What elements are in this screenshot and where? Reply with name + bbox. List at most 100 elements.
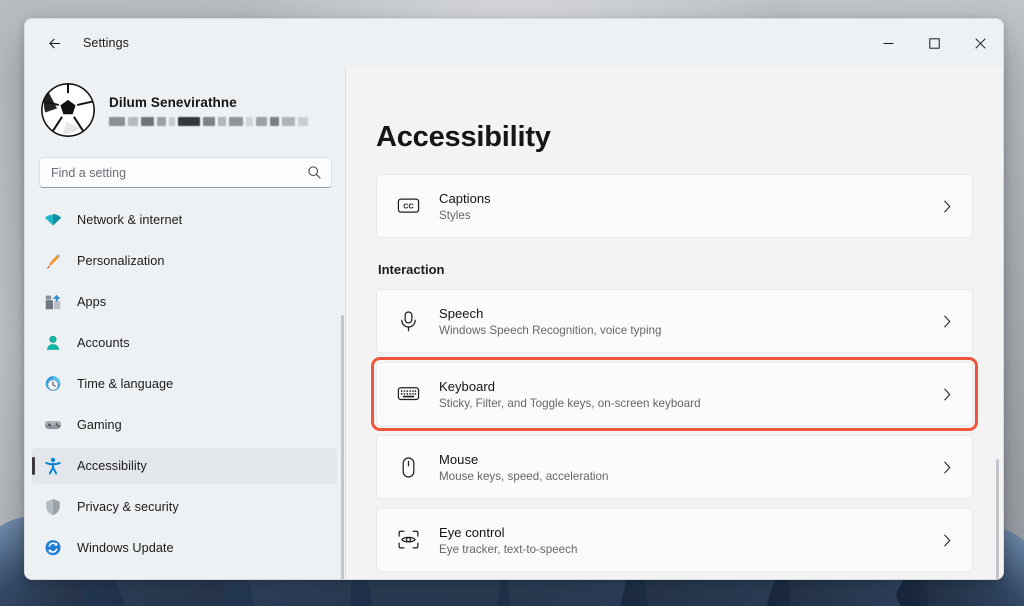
network-icon — [42, 209, 64, 231]
settings-card-eye-control[interactable]: Eye control Eye tracker, text-to-speech — [376, 508, 973, 572]
chevron-right-icon — [939, 198, 956, 215]
eye-control-icon — [395, 527, 421, 553]
sidebar: Dilum Senevirathne — [25, 67, 346, 579]
section-heading: Interaction — [378, 262, 973, 277]
redaction-block — [178, 117, 200, 126]
sidebar-item-personalization[interactable]: Personalization — [32, 243, 337, 279]
settings-window: Settings — [24, 18, 1004, 580]
settings-card-captions[interactable]: CC CaptionsStyles — [376, 174, 973, 238]
redaction-block — [282, 117, 295, 126]
sidebar-item-label: Gaming — [77, 418, 122, 432]
redaction-block — [229, 117, 243, 126]
search-icon[interactable] — [307, 165, 322, 180]
accounts-icon — [42, 332, 64, 354]
main-scrollbar-thumb[interactable] — [996, 459, 999, 579]
redaction-block — [157, 117, 166, 126]
sidebar-item-label: Apps — [77, 295, 106, 309]
card-subtitle: Styles — [439, 209, 939, 222]
card-text: Eye control Eye tracker, text-to-speech — [439, 525, 939, 556]
apps-icon — [42, 291, 64, 313]
accessibility-icon — [42, 455, 64, 477]
minimize-icon — [883, 38, 894, 49]
account-text: Dilum Senevirathne — [109, 95, 308, 126]
sidebar-item-privacy-security[interactable]: Privacy & security — [32, 489, 337, 525]
sidebar-item-label: Accessibility — [77, 459, 147, 473]
sidebar-item-time-language[interactable]: Time & language — [32, 366, 337, 402]
maximize-button[interactable] — [911, 19, 957, 67]
svg-text:CC: CC — [403, 201, 414, 210]
close-button[interactable] — [957, 19, 1003, 67]
captions-cc-icon: CC — [395, 193, 421, 219]
chevron-right-icon — [939, 532, 956, 549]
card-text: Keyboard Sticky, Filter, and Toggle keys,… — [439, 379, 939, 410]
windows-update-icon — [42, 537, 64, 559]
desktop-background: Settings — [0, 0, 1024, 606]
redaction-block — [203, 117, 215, 126]
sidebar-item-windows-update[interactable]: Windows Update — [32, 530, 337, 566]
card-title: Eye control — [439, 525, 939, 540]
chevron-right-icon — [939, 386, 956, 403]
sidebar-item-accounts[interactable]: Accounts — [32, 325, 337, 361]
personalization-icon — [42, 250, 64, 272]
sidebar-item-label: Windows Update — [77, 541, 174, 555]
window-controls — [865, 19, 1003, 67]
back-arrow-icon — [46, 35, 63, 52]
card-title: Keyboard — [439, 379, 939, 394]
avatar[interactable] — [41, 83, 95, 137]
card-subtitle: Mouse keys, speed, acceleration — [439, 470, 939, 483]
settings-card-keyboard[interactable]: Keyboard Sticky, Filter, and Toggle keys,… — [376, 362, 973, 426]
redaction-block — [298, 117, 308, 126]
redaction-block — [218, 117, 226, 126]
main-scrollbar[interactable] — [996, 159, 999, 573]
settings-cards-area: CC CaptionsStyles Interaction Speech Windows… — [376, 174, 973, 572]
main-content: Accessibility CC CaptionsStyles Interactio… — [346, 67, 1003, 579]
search-wrap — [25, 147, 346, 190]
title-bar: Settings — [25, 19, 1003, 67]
window-title: Settings — [83, 36, 129, 50]
sidebar-item-network-internet[interactable]: Network & internet — [32, 202, 337, 238]
keyboard-icon — [395, 381, 421, 407]
card-title: Speech — [439, 306, 939, 321]
sidebar-scrollbar[interactable] — [341, 315, 344, 580]
time-language-icon — [42, 373, 64, 395]
sidebar-item-label: Accounts — [77, 336, 130, 350]
window-body: Dilum Senevirathne — [25, 67, 1003, 579]
redaction-block — [270, 117, 279, 126]
chevron-right-icon — [939, 313, 956, 330]
redaction-block — [141, 117, 154, 126]
microphone-icon — [395, 308, 421, 334]
card-subtitle: Windows Speech Recognition, voice typing — [439, 324, 939, 337]
sidebar-item-gaming[interactable]: Gaming — [32, 407, 337, 443]
card-subtitle: Eye tracker, text-to-speech — [439, 543, 939, 556]
card-subtitle: Sticky, Filter, and Toggle keys, on-scre… — [439, 397, 939, 410]
page-title: Accessibility — [376, 121, 973, 154]
sidebar-item-label: Privacy & security — [77, 500, 179, 514]
search-box[interactable] — [39, 157, 332, 188]
minimize-button[interactable] — [865, 19, 911, 67]
redaction-block — [109, 117, 125, 126]
search-input[interactable] — [51, 166, 307, 180]
sidebar-item-label: Time & language — [77, 377, 173, 391]
gaming-icon — [42, 414, 64, 436]
settings-card-mouse[interactable]: MouseMouse keys, speed, acceleration — [376, 435, 973, 499]
settings-card-speech[interactable]: Speech Windows Speech Recognition, voice … — [376, 289, 973, 353]
redaction-block — [256, 117, 267, 126]
redaction-block — [169, 117, 175, 126]
soccer-ball-avatar-icon — [41, 83, 95, 137]
redaction-block — [246, 117, 253, 126]
account-name: Dilum Senevirathne — [109, 95, 308, 110]
card-text: MouseMouse keys, speed, acceleration — [439, 452, 939, 483]
account-block[interactable]: Dilum Senevirathne — [25, 71, 346, 147]
sidebar-nav: Network & internet Personalization Apps Acc… — [25, 202, 346, 566]
redaction-block — [128, 117, 138, 126]
sidebar-item-accessibility[interactable]: Accessibility — [32, 448, 337, 484]
sidebar-scrollbar-thumb[interactable] — [341, 315, 344, 580]
back-button[interactable] — [37, 26, 71, 60]
maximize-icon — [929, 38, 940, 49]
card-text: CaptionsStyles — [439, 191, 939, 222]
sidebar-item-label: Network & internet — [77, 213, 182, 227]
account-email-redacted — [109, 117, 308, 126]
privacy-security-icon — [42, 496, 64, 518]
sidebar-item-apps[interactable]: Apps — [32, 284, 337, 320]
chevron-right-icon — [939, 459, 956, 476]
